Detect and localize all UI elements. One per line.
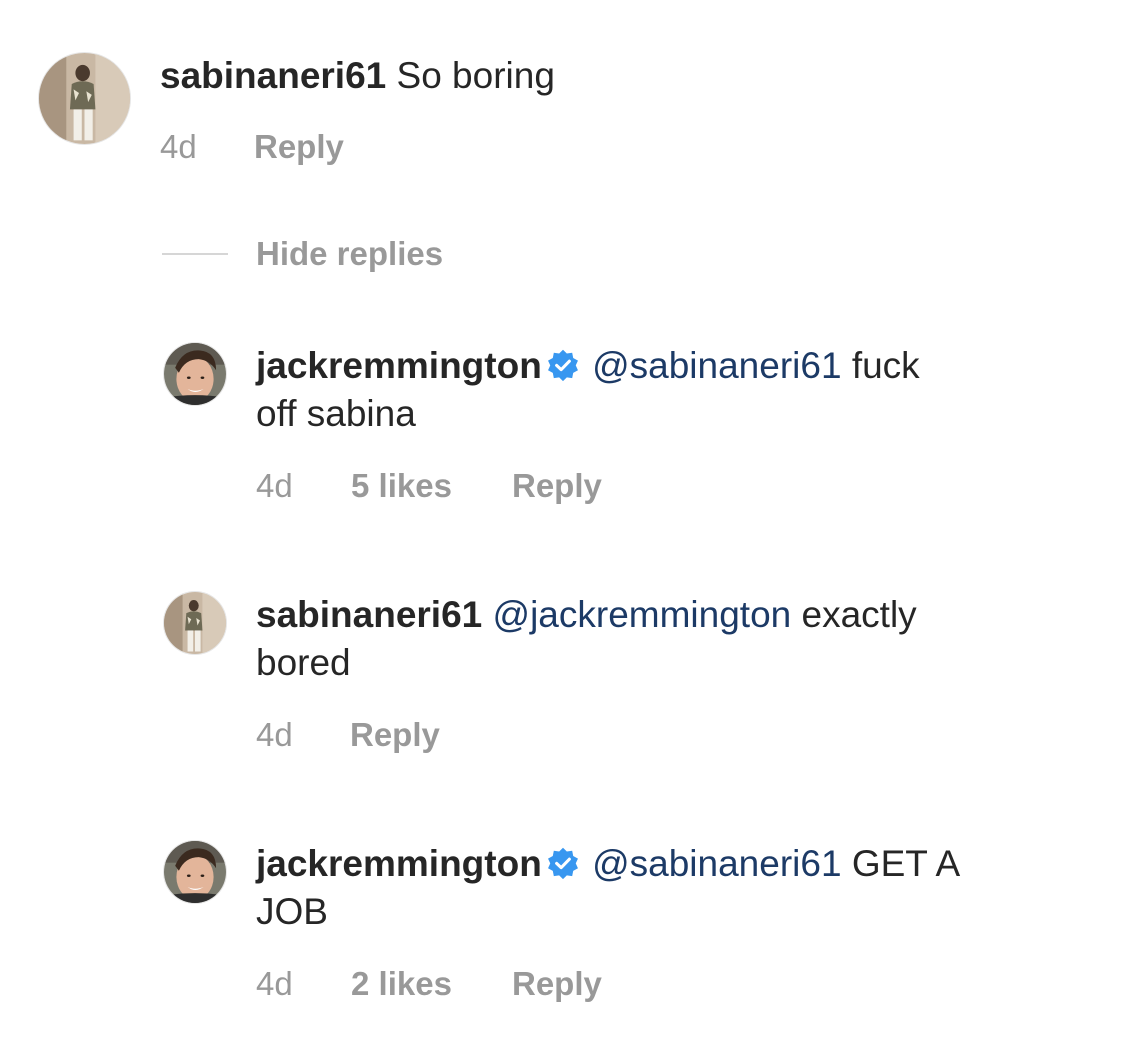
profile-photo-icon	[39, 53, 130, 144]
username[interactable]: jackremmington	[256, 843, 542, 884]
avatar[interactable]	[163, 591, 227, 655]
timestamp: 4d	[256, 716, 293, 753]
avatar[interactable]	[163, 342, 227, 406]
verified-badge-icon	[546, 846, 580, 880]
mention-link[interactable]: @jackremmington	[493, 594, 792, 635]
username[interactable]: sabinaneri61	[160, 55, 386, 96]
hide-replies-label: Hide replies	[256, 235, 444, 272]
mention-link[interactable]: @sabinaneri61	[592, 843, 841, 884]
profile-photo-icon	[164, 841, 226, 903]
reply-button[interactable]: Reply	[512, 466, 602, 506]
profile-photo-icon	[164, 592, 226, 654]
comment-text-continued: off sabina	[256, 393, 416, 434]
comment-text: exactly	[801, 594, 917, 635]
comment-text-continued: JOB	[256, 891, 328, 932]
reply-button[interactable]: Reply	[254, 127, 344, 167]
verified-badge-icon	[546, 348, 580, 382]
comment-text: fuck	[851, 345, 920, 386]
mention-link[interactable]: @sabinaneri61	[592, 345, 841, 386]
comment-text-continued: bored	[256, 642, 351, 683]
timestamp: 4d	[256, 467, 293, 504]
reply-button[interactable]: Reply	[350, 715, 440, 755]
likes-count[interactable]: 2 likes	[351, 964, 512, 1004]
timestamp: 4d	[256, 965, 293, 1002]
avatar[interactable]	[38, 52, 131, 145]
timestamp: 4d	[160, 128, 197, 165]
reply-button[interactable]: Reply	[512, 964, 602, 1004]
profile-photo-icon	[164, 343, 226, 405]
username[interactable]: sabinaneri61	[256, 594, 482, 635]
hide-replies-button[interactable]: Hide replies	[162, 234, 443, 274]
comment-text: So boring	[396, 55, 555, 96]
username[interactable]: jackremmington	[256, 345, 542, 386]
divider	[162, 253, 228, 255]
likes-count[interactable]: 5 likes	[351, 466, 512, 506]
comment-text: GET A	[851, 843, 961, 884]
avatar[interactable]	[163, 840, 227, 904]
